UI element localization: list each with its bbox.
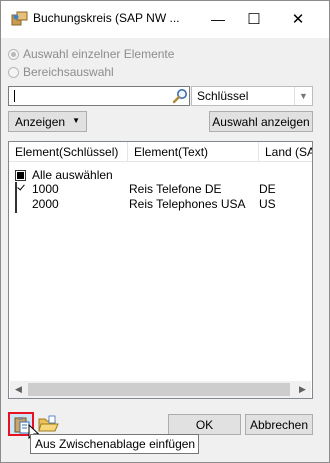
dropdown-arrow-icon: ▼ (72, 116, 80, 125)
row-text: Reis Telephones USA (129, 197, 246, 211)
text-caret (14, 90, 15, 102)
maximize-icon: ☐ (247, 11, 261, 28)
show-menu-button[interactable]: Anzeigen ▼ (8, 111, 87, 132)
scroll-right-icon[interactable]: ▶ (294, 381, 311, 398)
show-selection-button[interactable]: Auswahl anzeigen (209, 111, 313, 132)
search-input[interactable] (8, 86, 190, 106)
ok-button[interactable]: OK (168, 414, 241, 435)
radio-range-label: Bereichsauswahl (23, 65, 114, 79)
minimize-button[interactable]: — (200, 1, 236, 37)
window-title: Buchungskreis (SAP NW ... (33, 11, 180, 25)
row-key: 2000 (32, 197, 59, 211)
app-icon (11, 11, 28, 26)
column-header-country[interactable]: Land (SAP (259, 142, 312, 162)
open-folder-icon[interactable] (37, 414, 59, 434)
chevron-down-icon[interactable]: ▼ (294, 87, 312, 105)
maximize-button[interactable]: ☐ (236, 1, 272, 37)
row-checkbox[interactable] (15, 182, 17, 198)
select-all-item[interactable]: Alle auswählen (15, 168, 113, 182)
tooltip: Aus Zwischenablage einfügen (30, 434, 199, 454)
column-header-text[interactable]: Element(Text) (128, 142, 259, 162)
radio-circle (8, 66, 19, 78)
close-icon: ✕ (291, 11, 305, 28)
select-all-label: Alle auswählen (32, 168, 113, 182)
row-key: 1000 (32, 182, 59, 196)
scrollbar-thumb[interactable] (28, 383, 290, 396)
tooltip-text: Aus Zwischenablage einfügen (35, 437, 196, 451)
search-field-select[interactable]: Schlüssel ▼ (191, 86, 313, 106)
row-country: DE (259, 182, 276, 196)
search-icon[interactable] (172, 88, 188, 104)
radio-single-label: Auswahl einzelner Elemente (23, 47, 175, 61)
radio-single-selection[interactable]: Auswahl einzelner Elemente (8, 46, 174, 62)
ok-label: OK (195, 417, 214, 432)
radio-range-selection[interactable]: Bereichsauswahl (8, 64, 114, 80)
table-row[interactable]: 2000 Reis Telephones USA US (15, 197, 305, 213)
scroll-left-icon[interactable]: ◀ (10, 381, 27, 398)
minimize-icon: — (211, 11, 225, 27)
show-selection-label: Auswahl anzeigen (212, 114, 310, 129)
row-country: US (259, 197, 276, 211)
cancel-label: Abbrechen (249, 417, 309, 432)
show-menu-label: Anzeigen (15, 114, 66, 129)
element-list[interactable]: Element(Schlüssel) Element(Text) Land (S… (8, 141, 313, 399)
close-button[interactable]: ✕ (280, 1, 316, 37)
row-text: Reis Telefone DE (129, 182, 222, 196)
cancel-button[interactable]: Abbrechen (245, 414, 313, 435)
radio-circle-checked (8, 48, 19, 60)
column-header-key[interactable]: Element(Schlüssel) (9, 142, 128, 162)
row-checkbox[interactable] (15, 197, 17, 213)
table-row[interactable]: 1000 Reis Telefone DE DE (15, 182, 305, 198)
horizontal-scrollbar[interactable]: ◀ ▶ (10, 381, 311, 398)
select-all-checkbox[interactable] (15, 169, 26, 181)
search-field-value: Schlüssel (197, 89, 249, 103)
